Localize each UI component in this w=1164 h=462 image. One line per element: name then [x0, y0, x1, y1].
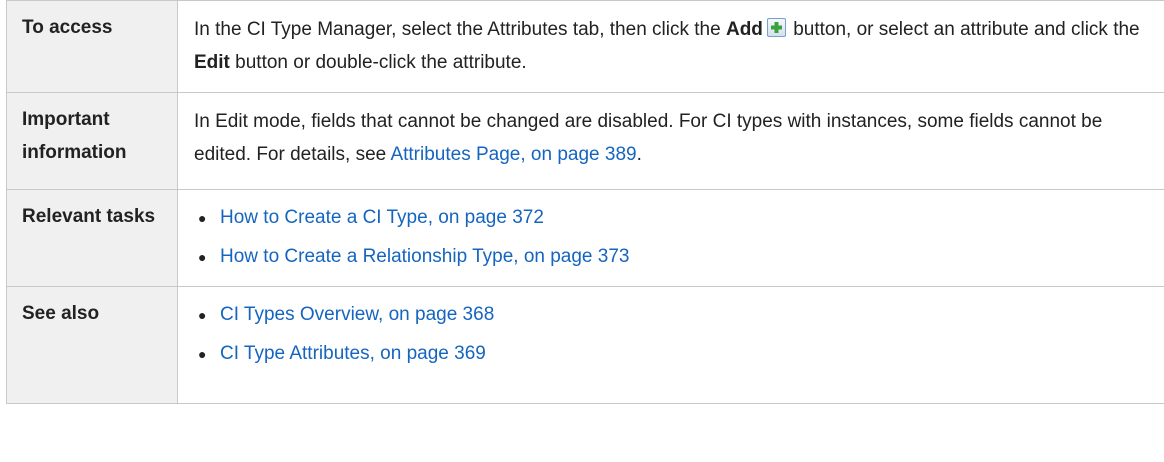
link-attributes-page[interactable]: Attributes Page, on page 389 [390, 144, 636, 165]
bullet-icon: ● [198, 307, 207, 323]
list-item: ● CI Types Overview, on page 368 [194, 299, 1155, 331]
link-ci-types-overview[interactable]: CI Types Overview, on page 368 [220, 304, 494, 325]
info-table: To access In the CI Type Manager, select… [6, 0, 1164, 404]
access-text-3: button or double-click the attribute. [235, 52, 527, 73]
access-bold-add: Add [725, 19, 763, 40]
list-item: ● CI Type Attributes, on page 369 [194, 338, 1155, 370]
access-text-2: button, or select an attribute and click… [793, 19, 1140, 40]
content-to-access: In the CI Type Manager, select the Attri… [177, 0, 1164, 93]
access-bold-edit: Edit [194, 52, 230, 73]
row-to-access: To access In the CI Type Manager, select… [6, 0, 1164, 93]
link-create-relationship-type[interactable]: How to Create a Relationship Type, on pa… [220, 246, 629, 267]
label-relevant-tasks: Relevant tasks [6, 189, 178, 287]
label-see-also: See also [6, 286, 178, 404]
content-see-also: ● CI Types Overview, on page 368 ● CI Type… [177, 286, 1164, 404]
row-see-also: See also ● CI Types Overview, on page 368… [6, 286, 1164, 404]
bullet-icon: ● [198, 346, 207, 362]
relevant-tasks-list: ● How to Create a CI Type, on page 372 ● H… [194, 202, 1155, 273]
add-plus-icon [766, 18, 786, 37]
see-also-list: ● CI Types Overview, on page 368 ● CI Type… [194, 299, 1155, 370]
link-ci-type-attributes[interactable]: CI Type Attributes, on page 369 [220, 343, 486, 364]
content-relevant-tasks: ● How to Create a CI Type, on page 372 ● H… [177, 189, 1164, 287]
access-text-1: In the CI Type Manager, select the Attri… [194, 19, 721, 40]
important-text-1: In Edit mode, fields that cannot be chan… [194, 111, 1103, 165]
list-item: ● How to Create a CI Type, on page 372 [194, 202, 1155, 234]
link-create-ci-type[interactable]: How to Create a CI Type, on page 372 [220, 207, 544, 228]
important-text-2: . [636, 144, 642, 165]
bullet-icon: ● [198, 249, 207, 265]
label-to-access: To access [6, 0, 178, 93]
row-relevant-tasks: Relevant tasks ● How to Create a CI Type,… [6, 189, 1164, 287]
bullet-icon: ● [198, 210, 207, 226]
list-item: ● How to Create a Relationship Type, on p… [194, 241, 1155, 273]
row-important-information: Important information In Edit mode, fiel… [6, 92, 1164, 190]
content-important-information: In Edit mode, fields that cannot be chan… [177, 92, 1164, 190]
label-important-information: Important information [6, 92, 178, 190]
